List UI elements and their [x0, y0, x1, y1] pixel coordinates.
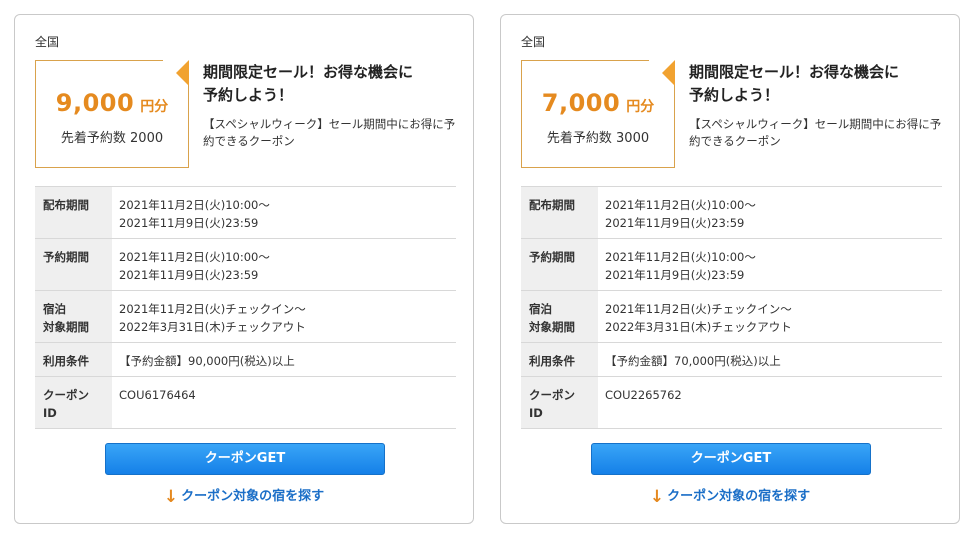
stay-label-line-1: 宿泊 — [43, 302, 66, 316]
stay-label: 宿泊 対象期間 — [521, 290, 598, 343]
coupon-headline: 期間限定セール！お得な機会に 予約しよう！ — [689, 61, 939, 107]
table-row-booking: 予約期間 2021年11月2日(火)10:00～ 2021年11月9日(火)23… — [521, 238, 942, 291]
distribution-label: 配布期間 — [35, 186, 112, 239]
coupon-id-label: クーポン ID — [35, 376, 112, 429]
table-row-conditions: 利用条件 【予約金額】90,000円(税込)以上 — [35, 342, 456, 377]
region-label: 全国 — [521, 35, 546, 49]
headline-line-2: 予約しよう！ — [203, 86, 294, 104]
conditions-label: 利用条件 — [35, 342, 112, 377]
search-link-label[interactable]: クーポン対象の宿を探す — [181, 489, 324, 504]
coupon-id-value: COU2265762 — [605, 388, 682, 402]
search-target-hotels-link[interactable]: ↓ クーポン対象の宿を探す — [501, 485, 959, 507]
stay-checkout: 2022年3月31日(木)チェックアウト — [605, 320, 792, 334]
table-row-coupon-id: クーポン ID COU2265762 — [521, 376, 942, 429]
coupon-amount-box: 7,000 円分 先着予約数 3000 — [521, 60, 675, 168]
conditions-value: 【予約金額】70,000円(税込)以上 — [605, 354, 781, 368]
headline-line-1: 期間限定セール！お得な機会に — [203, 63, 414, 81]
coupon-card: 全国 7,000 円分 先着予約数 3000 期間限定セール！お得な機会に 予約し… — [500, 14, 960, 524]
first-come-count: 先着予約数 2000 — [60, 131, 164, 146]
coupon-amount-value: 9,000 — [55, 89, 135, 117]
folded-corner-cut — [649, 60, 675, 86]
coupon-id-label: クーポン ID — [521, 376, 598, 429]
coupon-id-label-line-1: クーポン — [529, 388, 575, 402]
coupon-amount-unit: 円分 — [140, 99, 169, 115]
distribution-label: 配布期間 — [521, 186, 598, 239]
stay-value: 2021年11月2日(火)チェックイン～ 2022年3月31日(木)チェックアウ… — [598, 291, 942, 343]
region-label: 全国 — [35, 35, 60, 49]
first-come-count: 先着予約数 3000 — [546, 131, 650, 146]
distribution-start: 2021年11月2日(火)10:00～ — [605, 198, 756, 212]
booking-label: 予約期間 — [35, 238, 112, 291]
stay-value: 2021年11月2日(火)チェックイン～ 2022年3月31日(木)チェックアウ… — [112, 291, 456, 343]
stay-label-line-1: 宿泊 — [529, 302, 552, 316]
distribution-start: 2021年11月2日(火)10:00～ — [119, 198, 270, 212]
distribution-value: 2021年11月2日(火)10:00～ 2021年11月9日(火)23:59 — [598, 187, 942, 239]
distribution-end: 2021年11月9日(火)23:59 — [119, 216, 259, 230]
coupon-get-button[interactable]: クーポンGET — [105, 443, 385, 475]
booking-start: 2021年11月2日(火)10:00～ — [605, 250, 756, 264]
conditions-label: 利用条件 — [521, 342, 598, 377]
coupon-card: 全国 9,000 円分 先着予約数 2000 期間限定セール！お得な機会に 予約し… — [14, 14, 474, 524]
coupon-get-button[interactable]: クーポンGET — [591, 443, 871, 475]
booking-start: 2021年11月2日(火)10:00～ — [119, 250, 270, 264]
distribution-end: 2021年11月9日(火)23:59 — [605, 216, 745, 230]
stay-label-line-2: 対象期間 — [43, 320, 89, 334]
coupon-info-table: 配布期間 2021年11月2日(火)10:00～ 2021年11月9日(火)23… — [521, 186, 942, 429]
coupon-amount-value: 7,000 — [541, 89, 621, 117]
table-row-distribution: 配布期間 2021年11月2日(火)10:00～ 2021年11月9日(火)23… — [521, 186, 942, 239]
booking-end: 2021年11月9日(火)23:59 — [119, 268, 259, 282]
table-row-stay: 宿泊 対象期間 2021年11月2日(火)チェックイン～ 2022年3月31日(… — [35, 290, 456, 343]
arrow-down-icon: ↓ — [163, 487, 179, 507]
table-row-stay: 宿泊 対象期間 2021年11月2日(火)チェックイン～ 2022年3月31日(… — [521, 290, 942, 343]
booking-label: 予約期間 — [521, 238, 598, 291]
coupon-amount-box: 9,000 円分 先着予約数 2000 — [35, 60, 189, 168]
coupon-id-label-line-2: ID — [43, 406, 57, 420]
table-row-coupon-id: クーポン ID COU6176464 — [35, 376, 456, 429]
coupon-description: 【スペシャルウィーク】セール期間中にお得に予約できるクーポン — [203, 117, 456, 148]
booking-value: 2021年11月2日(火)10:00～ 2021年11月9日(火)23:59 — [598, 239, 942, 291]
coupon-amount-unit: 円分 — [626, 99, 655, 115]
folded-corner-cut — [163, 60, 189, 86]
table-row-conditions: 利用条件 【予約金額】70,000円(税込)以上 — [521, 342, 942, 377]
coupon-info-table: 配布期間 2021年11月2日(火)10:00～ 2021年11月9日(火)23… — [35, 186, 456, 429]
booking-value: 2021年11月2日(火)10:00～ 2021年11月9日(火)23:59 — [112, 239, 456, 291]
headline-line-1: 期間限定セール！お得な機会に — [689, 63, 900, 81]
table-row-distribution: 配布期間 2021年11月2日(火)10:00～ 2021年11月9日(火)23… — [35, 186, 456, 239]
coupon-description: 【スペシャルウィーク】セール期間中にお得に予約できるクーポン — [689, 117, 942, 148]
distribution-value: 2021年11月2日(火)10:00～ 2021年11月9日(火)23:59 — [112, 187, 456, 239]
stay-label-line-2: 対象期間 — [529, 320, 575, 334]
stay-checkout: 2022年3月31日(木)チェックアウト — [119, 320, 306, 334]
table-row-booking: 予約期間 2021年11月2日(火)10:00～ 2021年11月9日(火)23… — [35, 238, 456, 291]
coupon-id-label-line-2: ID — [529, 406, 543, 420]
stay-label: 宿泊 対象期間 — [35, 290, 112, 343]
headline-line-2: 予約しよう！ — [689, 86, 780, 104]
stay-checkin: 2021年11月2日(火)チェックイン～ — [605, 302, 792, 316]
search-target-hotels-link[interactable]: ↓ クーポン対象の宿を探す — [15, 485, 473, 507]
conditions-value: 【予約金額】90,000円(税込)以上 — [119, 354, 295, 368]
arrow-down-icon: ↓ — [649, 487, 665, 507]
coupon-id-value: COU6176464 — [119, 388, 196, 402]
search-link-label[interactable]: クーポン対象の宿を探す — [667, 489, 810, 504]
booking-end: 2021年11月9日(火)23:59 — [605, 268, 745, 282]
coupon-amount: 7,000 円分 — [522, 89, 674, 117]
coupon-headline: 期間限定セール！お得な機会に 予約しよう！ — [203, 61, 453, 107]
stay-checkin: 2021年11月2日(火)チェックイン～ — [119, 302, 306, 316]
coupon-amount: 9,000 円分 — [36, 89, 188, 117]
coupon-id-label-line-1: クーポン — [43, 388, 89, 402]
